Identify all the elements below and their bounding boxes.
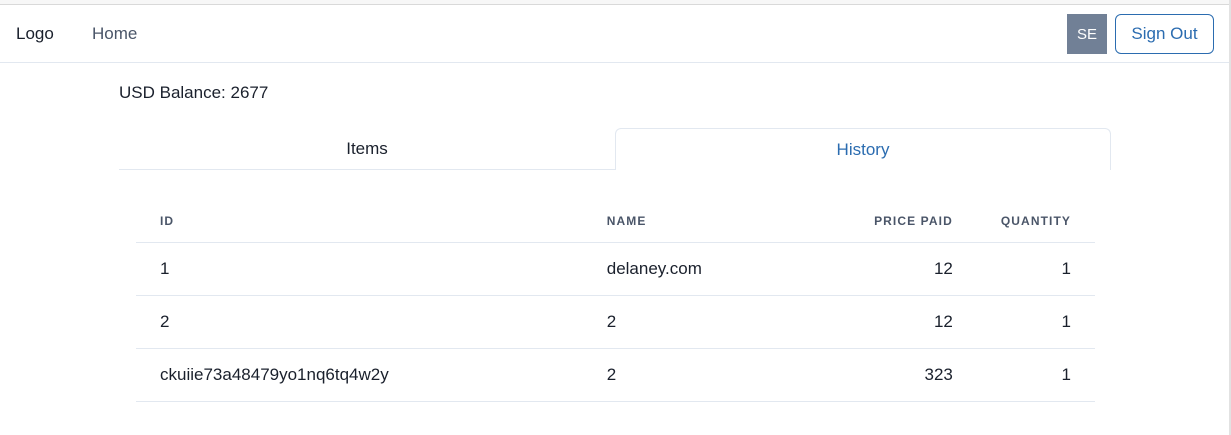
balance-value: 2677 (230, 83, 269, 102)
tab-items[interactable]: Items (119, 128, 615, 170)
cell-price-paid: 12 (807, 295, 977, 349)
table-row: ckuiie73a48479yo1nq6tq4w2y 2 323 1 (136, 348, 1095, 402)
cell-quantity: 1 (976, 242, 1095, 296)
cell-quantity: 1 (976, 348, 1095, 402)
header-id: ID (136, 200, 583, 243)
cell-name: 2 (582, 295, 808, 349)
cell-id: ckuiie73a48479yo1nq6tq4w2y (136, 348, 583, 402)
balance-label: USD Balance: (119, 83, 231, 102)
cell-id: 1 (136, 242, 583, 296)
sign-out-button[interactable]: Sign Out (1115, 14, 1214, 54)
logo[interactable]: Logo (16, 24, 54, 44)
cell-name: 2 (582, 348, 808, 402)
cell-name: delaney.com (582, 242, 808, 296)
header-name: NAME (582, 200, 808, 243)
header-quantity: QUANTITY (976, 200, 1095, 243)
history-table: ID NAME PRICE PAID QUANTITY 1 delaney.co… (136, 200, 1095, 402)
cell-id: 2 (136, 295, 583, 349)
table-header-row: ID NAME PRICE PAID QUANTITY (136, 200, 1095, 243)
top-navbar: Logo Home SE Sign Out (0, 5, 1229, 63)
cell-quantity: 1 (976, 295, 1095, 349)
table-row: 2 2 12 1 (136, 295, 1095, 349)
usd-balance: USD Balance: 2677 (119, 83, 268, 103)
cell-price-paid: 12 (807, 242, 977, 296)
nav-home-link[interactable]: Home (92, 24, 137, 44)
table-row: 1 delaney.com 12 1 (136, 242, 1095, 296)
tab-history[interactable]: History (615, 128, 1111, 170)
page: Logo Home SE Sign Out USD Balance: 2677 … (0, 0, 1231, 435)
tab-list: Items History (119, 128, 1111, 170)
header-price-paid: PRICE PAID (807, 200, 977, 243)
user-avatar[interactable]: SE (1067, 14, 1107, 54)
cell-price-paid: 323 (807, 348, 977, 402)
